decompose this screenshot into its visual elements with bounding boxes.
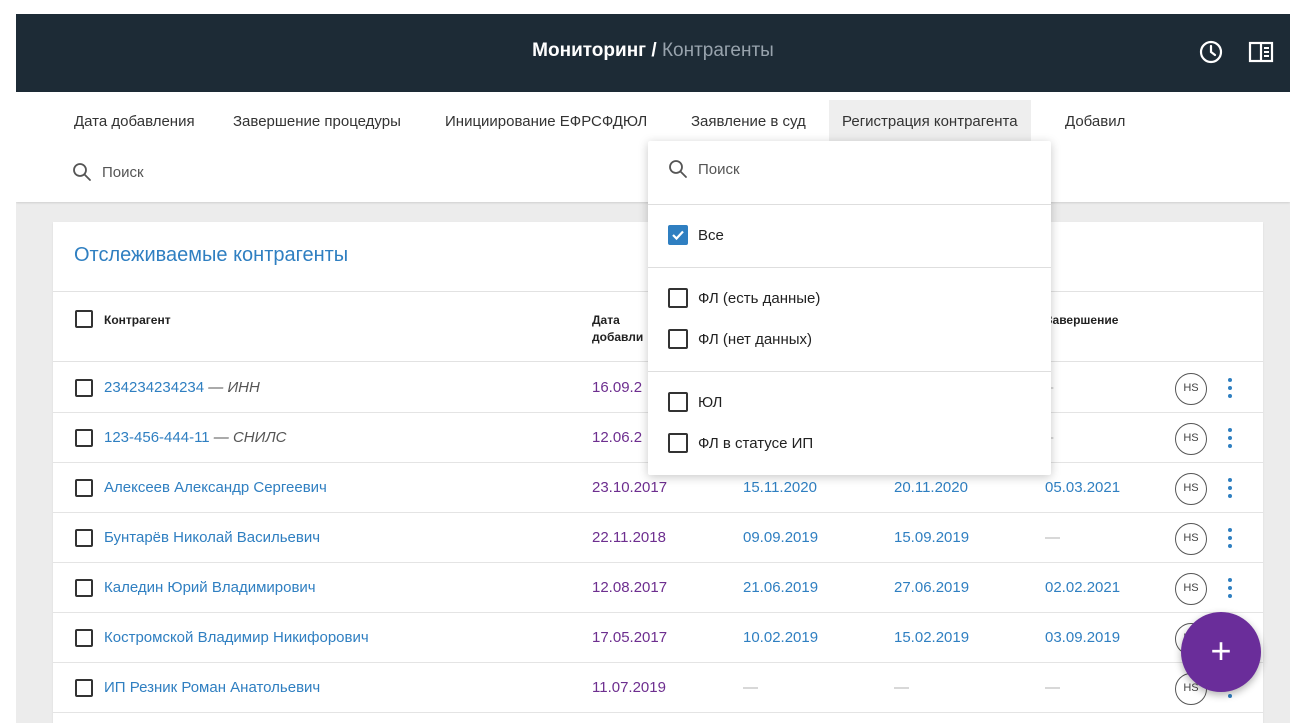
filter-tab-date-added[interactable]: Дата добавления	[61, 100, 208, 144]
option-fl-no-data-label: ФЛ (нет данных)	[698, 330, 813, 348]
option-fl-no-data[interactable]: ФЛ (нет данных)	[668, 328, 812, 350]
cell-date-3: 15.02.2019	[894, 629, 970, 646]
column-header-date-added: Дата добавли	[592, 312, 643, 346]
contragent-link[interactable]: Каледин Юрий Владимирович	[104, 579, 316, 596]
cell-date-2: 10.02.2019	[743, 629, 819, 646]
select-all-checkbox[interactable]	[75, 310, 93, 328]
hs-badge[interactable]: HS	[1175, 473, 1207, 505]
card-title: Отслеживаемые контрагенты	[74, 244, 349, 266]
cell-completion: —	[1045, 529, 1060, 546]
filter-tab-added-by[interactable]: Добавил	[1052, 100, 1138, 144]
contragent-link[interactable]: Алексеев Александр Сергеевич	[104, 479, 327, 496]
option-fl-with-data-checkbox[interactable]	[668, 288, 688, 308]
title-separator: /	[646, 40, 662, 61]
cell-date-added: 12.06.2	[592, 429, 643, 446]
cell-date-added: 12.08.2017	[592, 579, 668, 596]
option-fl-ip-label: ФЛ в статусе ИП	[698, 434, 814, 452]
app-frame: Мониторинг / Контрагенты Дата добавления…	[16, 14, 1290, 723]
cell-date-added: 17.05.2017	[592, 629, 668, 646]
hs-badge[interactable]: HS	[1175, 573, 1207, 605]
dropdown-divider	[648, 204, 1051, 205]
cell-completion: 05.03.2021	[1045, 479, 1121, 496]
option-fl-ip[interactable]: ФЛ в статусе ИП	[668, 432, 813, 454]
table-row: Каледин Юрий Владимирович 12.08.2017 21.…	[53, 563, 1263, 613]
column-header-date-added-line2: добавли	[592, 330, 644, 344]
search-icon	[669, 160, 687, 178]
contragent-link[interactable]: 234234234234 — ИНН	[104, 379, 260, 396]
cell-completion: —	[1045, 679, 1060, 696]
filter-tab-procedure-completion[interactable]: Завершение процедуры	[220, 100, 414, 144]
row-checkbox[interactable]	[75, 429, 93, 447]
row-checkbox[interactable]	[75, 629, 93, 647]
dropdown-divider	[648, 267, 1051, 268]
contragent-link[interactable]: ИП Резник Роман Анатольевич	[104, 679, 320, 696]
row-checkbox[interactable]	[75, 529, 93, 547]
row-checkbox[interactable]	[75, 579, 93, 597]
dropdown-search[interactable]: Поиск	[668, 159, 740, 179]
cell-date-2: 15.11.2020	[743, 479, 817, 496]
top-bar: Мониторинг / Контрагенты	[16, 14, 1290, 92]
cell-date-2: —	[743, 679, 758, 696]
cell-date-added: 22.11.2018	[592, 529, 666, 546]
contragent-link[interactable]: Бунтарёв Николай Васильевич	[104, 529, 320, 546]
cell-completion: 03.09.2019	[1045, 629, 1121, 646]
option-all[interactable]: Все	[668, 224, 724, 246]
hs-badge[interactable]: HS	[1175, 373, 1207, 405]
cell-date-3: 20.11.2020	[894, 479, 968, 496]
cell-date-3: 15.09.2019	[894, 529, 970, 546]
contragent-link[interactable]: Костромской Владимир Никифорович	[104, 629, 369, 646]
cell-date-2: 21.06.2019	[743, 579, 819, 596]
row-checkbox[interactable]	[75, 679, 93, 697]
clock-icon[interactable]	[1197, 38, 1225, 66]
option-fl-no-data-checkbox[interactable]	[668, 329, 688, 349]
option-fl-ip-checkbox[interactable]	[668, 433, 688, 453]
row-checkbox[interactable]	[75, 379, 93, 397]
table-row: Бунтарёв Николай Васильевич 22.11.2018 0…	[53, 513, 1263, 563]
option-all-checkbox[interactable]	[668, 225, 688, 245]
option-ul[interactable]: ЮЛ	[668, 391, 722, 413]
title-sub: Контрагенты	[661, 40, 774, 61]
filter-tab-contragent-registration[interactable]: Регистрация контрагента	[829, 100, 1031, 144]
contragent-link[interactable]: 123-456-444-11 — СНИЛС	[104, 429, 287, 446]
more-vert-icon[interactable]	[1221, 375, 1239, 401]
add-button[interactable]: +	[1181, 612, 1261, 692]
cell-date-3: —	[894, 679, 909, 696]
option-all-label: Все	[698, 226, 724, 244]
dropdown-divider	[648, 371, 1051, 372]
column-header-contragent: Контрагент	[104, 313, 171, 327]
table-row: ИП Резник Роман Анатольевич 11.07.2019 —…	[53, 663, 1263, 713]
cell-date-3: 27.06.2019	[894, 579, 970, 596]
cell-completion: 02.02.2021	[1045, 579, 1121, 596]
more-vert-icon[interactable]	[1221, 525, 1239, 551]
column-header-date-added-line1: Дата	[592, 313, 620, 327]
cell-date-2: 09.09.2019	[743, 529, 819, 546]
search-icon	[73, 163, 91, 181]
cell-date-added: 16.09.2	[592, 379, 643, 396]
panel-toggle-icon[interactable]	[1247, 38, 1275, 66]
title-main: Мониторинг	[532, 40, 647, 61]
row-checkbox[interactable]	[75, 479, 93, 497]
option-fl-with-data[interactable]: ФЛ (есть данные)	[668, 287, 820, 309]
page-title: Мониторинг / Контрагенты	[16, 40, 1290, 62]
column-header-completion: Завершение	[1045, 313, 1119, 327]
more-vert-icon[interactable]	[1221, 425, 1239, 451]
checkmark-icon	[672, 230, 684, 241]
option-ul-checkbox[interactable]	[668, 392, 688, 412]
filter-tab-efrsfdyul[interactable]: Инициирование ЕФРСФДЮЛ	[432, 100, 660, 144]
cell-date-added: 23.10.2017	[592, 479, 668, 496]
option-ul-label: ЮЛ	[698, 393, 723, 411]
filter-tab-court-application[interactable]: Заявление в суд	[678, 100, 819, 144]
registration-filter-dropdown: Поиск Все ФЛ (есть данные) ФЛ (нет данны…	[648, 141, 1051, 475]
filter-search-placeholder: Поиск	[102, 163, 144, 181]
filter-search[interactable]: Поиск	[72, 154, 144, 190]
table-row: Костромской Владимир Никифорович 17.05.2…	[53, 613, 1263, 663]
option-fl-with-data-label: ФЛ (есть данные)	[698, 289, 821, 307]
dropdown-search-placeholder: Поиск	[698, 160, 740, 178]
more-vert-icon[interactable]	[1221, 575, 1239, 601]
more-vert-icon[interactable]	[1221, 475, 1239, 501]
cell-date-added: 11.07.2019	[592, 679, 666, 696]
hs-badge[interactable]: HS	[1175, 423, 1207, 455]
hs-badge[interactable]: HS	[1175, 523, 1207, 555]
